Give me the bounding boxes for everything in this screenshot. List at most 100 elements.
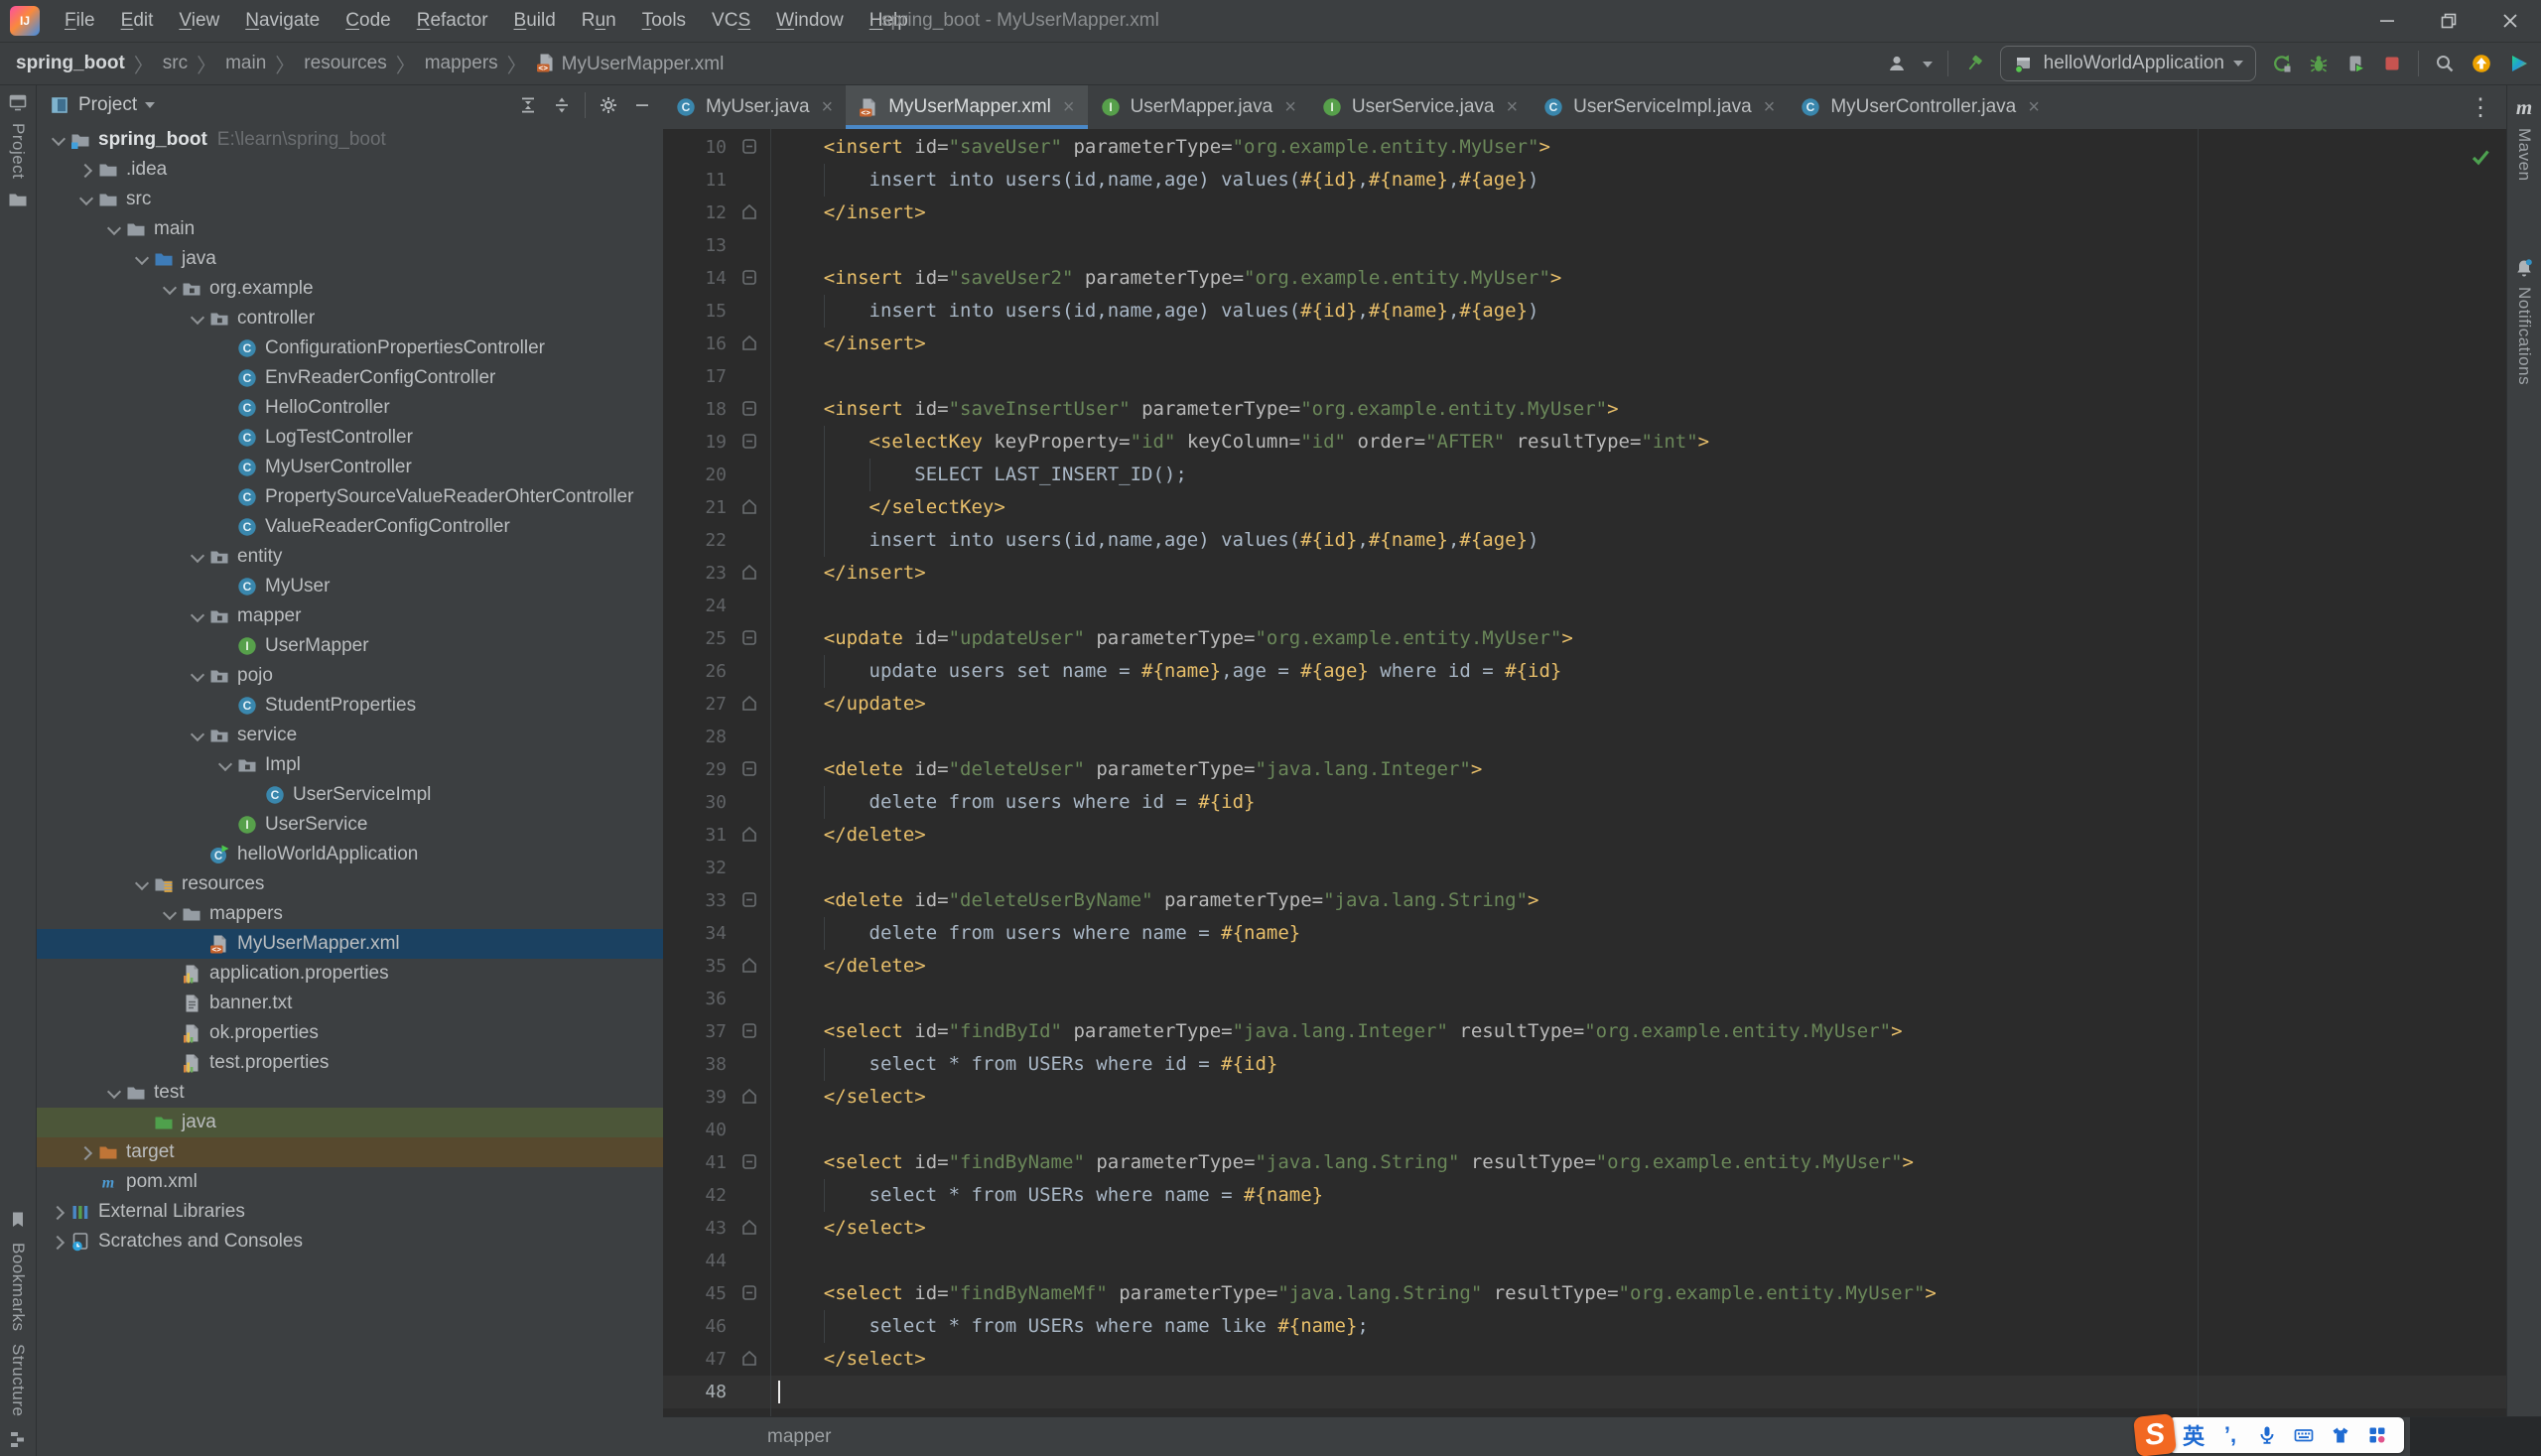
ime-toolbox-button[interactable]	[2366, 1425, 2388, 1445]
project-tree-item[interactable]: test.properties	[37, 1048, 663, 1078]
line-number[interactable]: 21	[663, 491, 727, 524]
line-number[interactable]: 28	[663, 721, 727, 753]
line-number[interactable]: 19	[663, 426, 727, 459]
code-line[interactable]: 43 </select>	[663, 1212, 2506, 1245]
line-number[interactable]: 12	[663, 197, 727, 229]
menu-window[interactable]: Window	[763, 0, 857, 42]
project-tree-item[interactable]: C MyUser	[37, 572, 663, 601]
line-number[interactable]: 24	[663, 590, 727, 622]
fold-start-icon[interactable]	[738, 1282, 760, 1304]
menu-file[interactable]: File	[52, 0, 108, 42]
line-number[interactable]: 25	[663, 622, 727, 655]
breadcrumb-item[interactable]: spring_boot	[16, 53, 125, 74]
fold-start-icon[interactable]	[738, 267, 760, 289]
code-line[interactable]: 10 <insert id="saveUser" parameterType="…	[663, 131, 2506, 164]
project-tree-item[interactable]: application.properties	[37, 959, 663, 989]
project-tree-item[interactable]: External Libraries	[37, 1197, 663, 1227]
menu-view[interactable]: View	[166, 0, 232, 42]
project-tree-item[interactable]: .idea	[37, 155, 663, 185]
code-line[interactable]: 37 <select id="findById" parameterType="…	[663, 1015, 2506, 1048]
chevron-expanded-icon[interactable]	[47, 128, 70, 152]
tab-myusermapper-xml[interactable]: <> MyUserMapper.xml ×	[846, 85, 1088, 129]
hide-panel-button[interactable]	[631, 94, 653, 116]
line-number[interactable]: 48	[663, 1376, 727, 1408]
line-number[interactable]: 37	[663, 1015, 727, 1048]
project-tree-item[interactable]: C EnvReaderConfigController	[37, 363, 663, 393]
project-tree-item[interactable]: pojo	[37, 661, 663, 691]
code-line[interactable]: 20 SELECT LAST_INSERT_ID();	[663, 459, 2506, 491]
project-tree-item[interactable]: org.example	[37, 274, 663, 304]
chevron-expanded-icon[interactable]	[102, 1081, 126, 1105]
minimize-button[interactable]	[2356, 0, 2418, 42]
code-line[interactable]: 44	[663, 1245, 2506, 1277]
stripe-maven-label[interactable]: Maven	[2514, 128, 2534, 182]
tab-close-icon[interactable]: ×	[1764, 96, 1776, 119]
code-line[interactable]: 34 delete from users where name = #{name…	[663, 917, 2506, 950]
breadcrumb-item[interactable]: mappers	[425, 53, 498, 74]
code-line[interactable]: 38 select * from USERs where id = #{id}	[663, 1048, 2506, 1081]
project-tree-item[interactable]: ok.properties	[37, 1018, 663, 1048]
code-line[interactable]: 23 </insert>	[663, 557, 2506, 590]
project-tree-item[interactable]: C ValueReaderConfigController	[37, 512, 663, 542]
run-configuration-combo[interactable]: helloWorldApplication	[1999, 46, 2256, 81]
chevron-expanded-icon[interactable]	[102, 217, 126, 241]
code-line[interactable]: 19 <selectKey keyProperty="id" keyColumn…	[663, 426, 2506, 459]
project-tree-item[interactable]: src	[37, 185, 663, 214]
notifications-bell-icon[interactable]	[2513, 257, 2535, 279]
fold-start-icon[interactable]	[738, 398, 760, 420]
menu-code[interactable]: Code	[333, 0, 403, 42]
code-line[interactable]: 13	[663, 229, 2506, 262]
project-tree-item[interactable]: <> MyUserMapper.xml	[37, 929, 663, 959]
stripe-bookmarks-label[interactable]: Bookmarks	[8, 1243, 28, 1332]
fold-end-icon[interactable]	[738, 201, 760, 223]
debug-button[interactable]	[2308, 53, 2330, 74]
code-line[interactable]: 39 </select>	[663, 1081, 2506, 1114]
line-number[interactable]: 13	[663, 229, 727, 262]
chevron-expanded-icon[interactable]	[74, 188, 98, 211]
code-line[interactable]: 35 </delete>	[663, 950, 2506, 983]
fold-start-icon[interactable]	[738, 758, 760, 780]
ime-voice-button[interactable]	[2256, 1425, 2278, 1445]
search-everywhere-button[interactable]	[2434, 53, 2456, 74]
line-number[interactable]: 17	[663, 360, 727, 393]
project-tree-item[interactable]: resources	[37, 869, 663, 899]
menu-vcs[interactable]: VCS	[699, 0, 763, 42]
project-tree-item[interactable]: Scratches and Consoles	[37, 1227, 663, 1257]
line-number[interactable]: 43	[663, 1212, 727, 1245]
tab-close-icon[interactable]: ×	[1063, 96, 1075, 119]
fold-start-icon[interactable]	[738, 1020, 760, 1042]
profiler-button[interactable]	[2344, 53, 2366, 74]
chevron-expanded-icon[interactable]	[213, 753, 237, 777]
line-number[interactable]: 36	[663, 983, 727, 1015]
stripe-bookmarks-icon[interactable]	[7, 1209, 29, 1231]
menu-navigate[interactable]: Navigate	[232, 0, 333, 42]
project-tree-item[interactable]: C StudentProperties	[37, 691, 663, 721]
tab-close-icon[interactable]: ×	[1284, 96, 1296, 119]
project-tree-item[interactable]: controller	[37, 304, 663, 333]
fold-end-icon[interactable]	[738, 1348, 760, 1370]
project-tree-item[interactable]: m pom.xml	[37, 1167, 663, 1197]
line-number[interactable]: 27	[663, 688, 727, 721]
breadcrumb-item[interactable]: src	[163, 53, 188, 74]
project-tree-item[interactable]: I UserMapper	[37, 631, 663, 661]
tab-userservice-java[interactable]: I UserService.java ×	[1309, 85, 1531, 129]
code-line[interactable]: 22 insert into users(id,name,age) values…	[663, 524, 2506, 557]
project-tree-item[interactable]: mappers	[37, 899, 663, 929]
line-number[interactable]: 11	[663, 164, 727, 197]
line-number[interactable]: 10	[663, 131, 727, 164]
line-number[interactable]: 39	[663, 1081, 727, 1114]
line-number[interactable]: 23	[663, 557, 727, 590]
tab-userserviceimpl-java[interactable]: C UserServiceImpl.java ×	[1531, 85, 1788, 129]
fold-end-icon[interactable]	[738, 562, 760, 584]
code-line[interactable]: 17	[663, 360, 2506, 393]
fold-end-icon[interactable]	[738, 496, 760, 518]
fold-end-icon[interactable]	[738, 332, 760, 354]
breadcrumb-item[interactable]: main	[225, 53, 266, 74]
stripe-project-label[interactable]: Project	[8, 123, 28, 179]
chevron-expanded-icon[interactable]	[158, 902, 182, 926]
line-number[interactable]: 42	[663, 1179, 727, 1212]
project-panel-title[interactable]: Project	[78, 94, 137, 116]
project-tree-item[interactable]: C UserServiceImpl	[37, 780, 663, 810]
tab-close-icon[interactable]: ×	[822, 96, 834, 119]
stripe-notifications-label[interactable]: Notifications	[2514, 287, 2534, 385]
